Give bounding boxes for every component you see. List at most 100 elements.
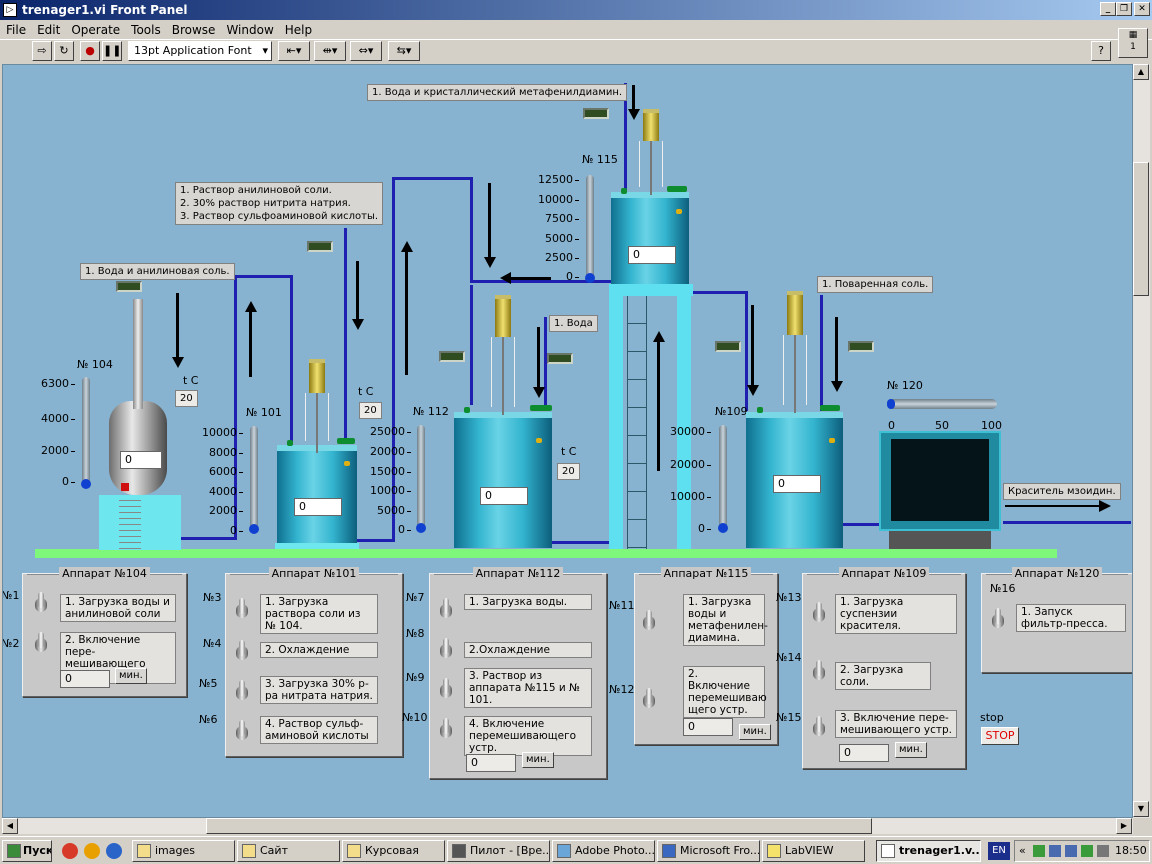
valve-led[interactable] xyxy=(848,341,874,352)
valve-led[interactable] xyxy=(439,351,465,362)
toggle-switch-6[interactable] xyxy=(236,720,248,746)
valve-led[interactable] xyxy=(547,353,573,364)
connector-pane-icon[interactable]: ▦ 1 xyxy=(1118,28,1148,58)
valve-led[interactable] xyxy=(715,341,741,352)
menu-browse[interactable]: Browse xyxy=(166,20,221,37)
toggle-switch-16[interactable] xyxy=(992,608,1004,634)
taskbar-item-frontpage[interactable]: Microsoft Fro... xyxy=(657,840,760,862)
ladder xyxy=(119,495,141,550)
tick: 5000 xyxy=(357,504,411,517)
menu-window[interactable]: Window xyxy=(220,20,278,37)
abort-icon[interactable]: ● xyxy=(80,41,100,61)
toggle-switch-13[interactable] xyxy=(813,602,825,628)
toggle-switch-15[interactable] xyxy=(813,716,825,742)
time-field[interactable]: 0 xyxy=(466,754,516,772)
tank-101-name: № 101 xyxy=(246,406,282,419)
taskbar-item-images[interactable]: images xyxy=(132,840,235,862)
toggle-switch-8[interactable] xyxy=(440,638,452,664)
toggle-switch-11[interactable] xyxy=(643,610,655,636)
taskbar-item-coursework[interactable]: Курсовая xyxy=(342,840,445,862)
panel-title: Аппарат №109 xyxy=(803,567,965,580)
run-continuously-icon[interactable]: ↻ xyxy=(54,41,74,61)
time-field[interactable]: 0 xyxy=(839,744,889,762)
vertical-scrollbar[interactable]: ▲ ▼ xyxy=(1133,64,1150,818)
taskbar-item-site[interactable]: Сайт xyxy=(237,840,340,862)
tick: 10000 xyxy=(525,193,579,206)
tank-104-level[interactable]: 0 xyxy=(120,451,162,469)
toggle-switch-7[interactable] xyxy=(440,598,452,624)
toggle-switch-9[interactable] xyxy=(440,678,452,704)
scroll-down-icon[interactable]: ▼ xyxy=(1133,801,1149,817)
stop-button[interactable]: STOP xyxy=(981,727,1019,745)
menu-file[interactable]: File xyxy=(0,20,31,37)
menu-edit[interactable]: Edit xyxy=(31,20,65,37)
valve-led[interactable] xyxy=(583,108,609,119)
tick: 6000 xyxy=(189,465,243,478)
volume-icon[interactable] xyxy=(1097,845,1109,857)
bolt xyxy=(344,461,350,466)
level-gauge-115 xyxy=(585,175,595,283)
toggle-switch-2[interactable] xyxy=(35,632,47,658)
pipe xyxy=(234,275,292,278)
menu-help[interactable]: Help xyxy=(279,20,317,37)
close-button[interactable]: ✕ xyxy=(1134,2,1150,16)
quicklaunch-icon[interactable] xyxy=(106,843,122,859)
toggle-switch-5[interactable] xyxy=(236,680,248,706)
tank-109-level[interactable]: 0 xyxy=(773,475,821,493)
tray-expand-icon[interactable]: « xyxy=(1019,844,1026,857)
tick: 20000 xyxy=(357,445,411,458)
distribute-objects-icon[interactable]: ⇹▾ xyxy=(314,41,346,61)
resize-objects-icon[interactable]: ⇔▾ xyxy=(350,41,382,61)
restore-button[interactable]: ❐ xyxy=(1116,2,1132,16)
tray-icon[interactable] xyxy=(1081,845,1093,857)
pipe xyxy=(344,228,347,443)
start-button[interactable]: Пуск xyxy=(2,840,52,862)
align-objects-icon[interactable]: ⇤▾ xyxy=(278,41,310,61)
tank-112-level[interactable]: 0 xyxy=(480,487,528,505)
scroll-thumb[interactable] xyxy=(1133,162,1149,296)
language-indicator[interactable]: EN xyxy=(988,842,1010,860)
arrowhead xyxy=(352,319,364,330)
tray-icon[interactable] xyxy=(1049,845,1061,857)
scroll-thumb[interactable] xyxy=(206,818,872,834)
valve-led[interactable] xyxy=(307,241,333,252)
valve-led[interactable] xyxy=(116,281,142,292)
agitator-shaft xyxy=(650,141,652,195)
tank-115 xyxy=(611,192,689,284)
tank-115-name: № 115 xyxy=(582,153,618,166)
quicklaunch-icon[interactable] xyxy=(62,843,78,859)
scroll-left-icon[interactable]: ◀ xyxy=(2,818,18,834)
taskbar-item-trenager[interactable]: trenager1.v... xyxy=(876,840,981,862)
scroll-right-icon[interactable]: ▶ xyxy=(1116,818,1132,834)
pause-icon[interactable]: ❚❚ xyxy=(102,41,122,61)
reorder-icon[interactable]: ⇆▾ xyxy=(388,41,420,61)
time-field[interactable]: 0 xyxy=(683,718,733,736)
horizontal-scrollbar[interactable]: ◀ ▶ xyxy=(2,818,1133,834)
run-arrow-icon[interactable]: ⇨ xyxy=(32,41,52,61)
help-icon[interactable]: ? xyxy=(1091,41,1111,61)
taskbar-item-labview[interactable]: LabVIEW xyxy=(762,840,865,862)
step-label: 3. Включение пере-мешивающего устр. xyxy=(835,710,957,738)
toggle-switch-14[interactable] xyxy=(813,660,825,686)
taskbar-item-pilot[interactable]: Пилот - [Вре... xyxy=(447,840,550,862)
tick: 8000 xyxy=(189,446,243,459)
tank-101-level[interactable]: 0 xyxy=(294,498,342,516)
tray-icon[interactable] xyxy=(1065,845,1077,857)
taskbar-item-photoshop[interactable]: Adobe Photo... xyxy=(552,840,655,862)
clock[interactable]: 18:50 xyxy=(1115,844,1147,857)
tank-115-level[interactable]: 0 xyxy=(628,246,676,264)
toggle-switch-12[interactable] xyxy=(643,688,655,714)
font-select[interactable]: 13pt Application Font ▾ xyxy=(128,41,272,61)
menu-operate[interactable]: Operate xyxy=(65,20,125,37)
toggle-switch-3[interactable] xyxy=(236,598,248,624)
menu-tools[interactable]: Tools xyxy=(125,20,166,37)
quicklaunch-icon[interactable] xyxy=(84,843,100,859)
time-field[interactable]: 0 xyxy=(60,670,110,688)
scroll-up-icon[interactable]: ▲ xyxy=(1133,64,1149,80)
tray-icon[interactable] xyxy=(1033,845,1045,857)
agitator-shaft xyxy=(502,337,504,415)
toggle-switch-1[interactable] xyxy=(35,592,47,618)
toggle-switch-10[interactable] xyxy=(440,718,452,744)
minimize-button[interactable]: _ xyxy=(1100,2,1116,16)
toggle-switch-4[interactable] xyxy=(236,640,248,666)
